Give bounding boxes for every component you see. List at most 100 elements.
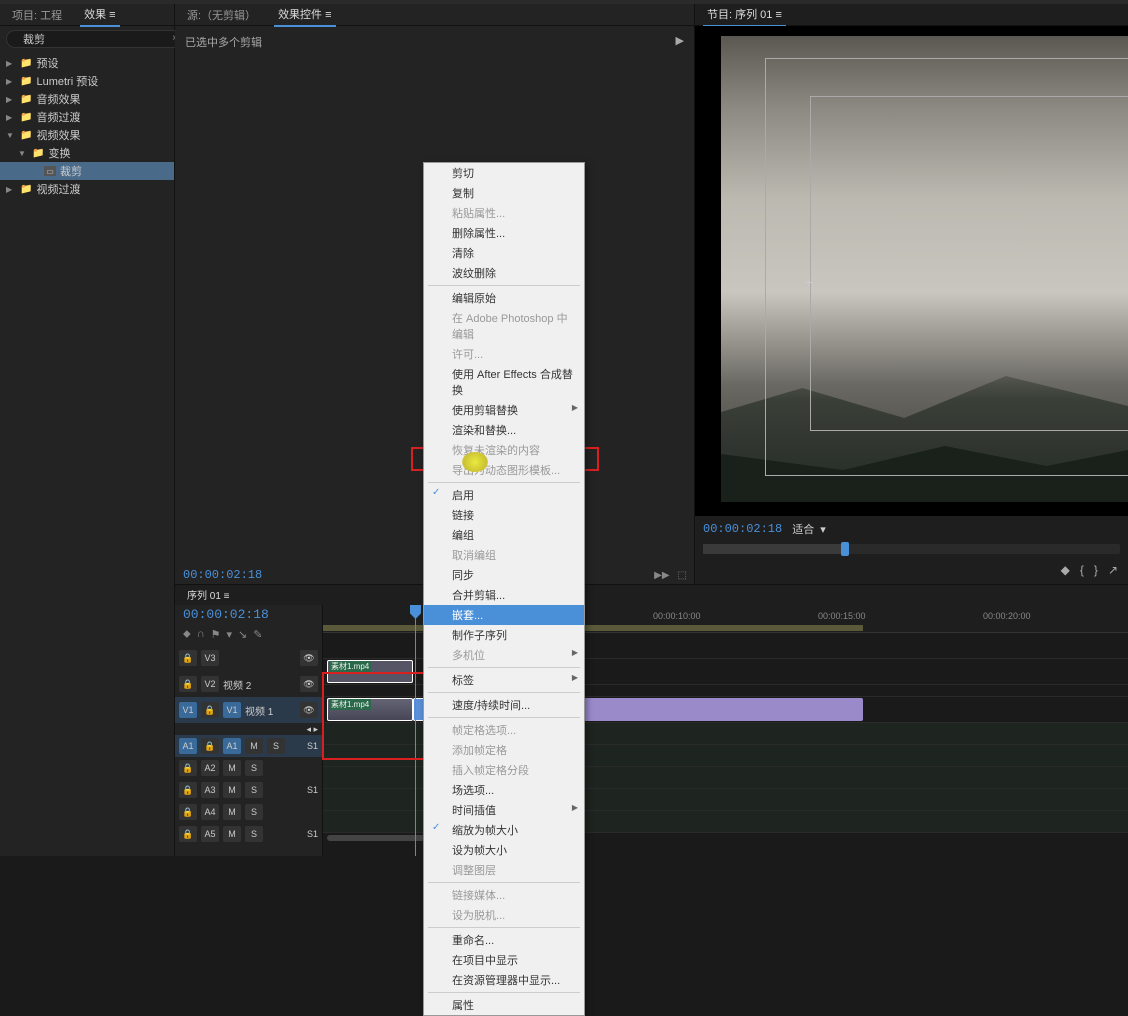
tree-item-预设[interactable]: ▶📁预设 — [0, 54, 174, 72]
menu-item[interactable]: 编辑原始 — [424, 288, 584, 308]
audio-track-header[interactable]: A1🔒A1MSS1 — [175, 735, 322, 757]
tree-item-视频过渡[interactable]: ▶📁视频过渡 — [0, 180, 174, 198]
project-tab[interactable]: 项目: 工程 — [8, 4, 66, 26]
track-name[interactable]: A3 — [201, 782, 219, 798]
timeline-tool[interactable]: ⚑ — [211, 628, 221, 641]
lock-icon[interactable]: 🔒 — [201, 702, 219, 718]
track-name[interactable]: V2 — [201, 676, 219, 692]
eye-icon[interactable]: 👁 — [300, 650, 318, 666]
menu-item[interactable]: 使用 After Effects 合成替换 — [424, 364, 584, 400]
lock-icon[interactable]: 🔒 — [179, 676, 197, 692]
track-name[interactable]: A4 — [201, 804, 219, 820]
menu-item[interactable]: 嵌套... — [424, 605, 584, 625]
solo-button[interactable]: S — [245, 782, 263, 798]
tree-item-音频效果[interactable]: ▶📁音频效果 — [0, 90, 174, 108]
menu-item[interactable]: 属性 — [424, 995, 584, 1015]
program-scrub[interactable] — [703, 544, 1120, 554]
transport-button[interactable]: ◆ — [1061, 563, 1070, 577]
track-name[interactable]: A2 — [201, 760, 219, 776]
track-name[interactable]: V1 — [223, 702, 241, 718]
timeline-tool[interactable]: ✎ — [253, 628, 262, 641]
menu-item[interactable]: 波纹删除 — [424, 263, 584, 283]
timeline-tool[interactable]: ↘ — [238, 628, 247, 641]
video-track-header[interactable]: 🔒V3 👁 — [175, 645, 322, 671]
video-track-header[interactable]: V1🔒V1视频 1👁 — [175, 697, 322, 723]
timeline-tool[interactable]: ∩ — [197, 628, 205, 641]
menu-item[interactable]: 合并剪辑... — [424, 585, 584, 605]
mute-button[interactable]: M — [245, 738, 263, 754]
menu-item[interactable]: 复制 — [424, 183, 584, 203]
menu-item[interactable]: 速度/持续时间... — [424, 695, 584, 715]
track-name[interactable]: A1 — [223, 738, 241, 754]
mute-button[interactable]: M — [223, 760, 241, 776]
transport-button[interactable]: } — [1094, 563, 1098, 577]
menu-item[interactable]: 使用剪辑替换▶ — [424, 400, 584, 420]
video-track-header[interactable]: 🔒V2视频 2👁 — [175, 671, 322, 697]
track-name[interactable]: A5 — [201, 826, 219, 842]
track-name[interactable]: V3 — [201, 650, 219, 666]
tree-item-变换[interactable]: ▼📁变换 — [0, 144, 174, 162]
audio-track-header[interactable]: 🔒A5MSS1 — [175, 823, 322, 845]
menu-item[interactable]: 编组 — [424, 525, 584, 545]
audio-track-header[interactable]: 🔒A3MSS1 — [175, 779, 322, 801]
eye-icon[interactable]: 👁 — [300, 702, 318, 718]
menu-item[interactable]: 设为帧大小 — [424, 840, 584, 860]
clip-v1a[interactable]: 素材1.mp4 — [327, 698, 413, 721]
effect-controls-tab[interactable]: 效果控件 ≡ — [274, 3, 335, 27]
lock-icon[interactable]: 🔒 — [201, 738, 219, 754]
lock-icon[interactable]: 🔒 — [179, 650, 197, 666]
menu-item[interactable]: 制作子序列 — [424, 625, 584, 645]
solo-button[interactable]: S — [245, 760, 263, 776]
clip-v2[interactable]: 素材1.mp4 — [327, 660, 413, 683]
menu-item[interactable]: 清除 — [424, 243, 584, 263]
program-tab[interactable]: 节目: 序列 01 ≡ — [703, 3, 786, 27]
sequence-tab[interactable]: 序列 01 ≡ — [183, 584, 234, 607]
solo-button[interactable]: S — [267, 738, 285, 754]
menu-item[interactable]: 删除属性... — [424, 223, 584, 243]
menu-item[interactable]: 渲染和替换... — [424, 420, 584, 440]
audio-track-header[interactable]: 🔒A2MS — [175, 757, 322, 779]
transport-button[interactable]: ↗ — [1108, 563, 1118, 577]
scrub-handle[interactable] — [841, 542, 849, 556]
menu-item[interactable]: 启用✓ — [424, 485, 584, 505]
effects-tab[interactable]: 效果 ≡ — [80, 3, 119, 27]
tree-item-视频效果[interactable]: ▼📁视频效果 — [0, 126, 174, 144]
solo-button[interactable]: S — [245, 826, 263, 842]
timeline-tool[interactable]: ⬥ — [183, 628, 191, 641]
audio-track-header[interactable]: 🔒A4MS — [175, 801, 322, 823]
zoom-select[interactable]: 适合▾ — [792, 521, 826, 537]
ec-arrow-icon[interactable]: ▶ — [676, 34, 684, 50]
eye-icon[interactable]: 👁 — [300, 676, 318, 692]
menu-item[interactable]: 重命名... — [424, 930, 584, 950]
menu-item[interactable]: 在资源管理器中显示... — [424, 970, 584, 990]
timeline-timecode[interactable]: 00:00:02:18 — [175, 605, 322, 624]
mute-button[interactable]: M — [223, 804, 241, 820]
effects-search-input[interactable] — [6, 30, 182, 48]
mute-button[interactable]: M — [223, 826, 241, 842]
program-video[interactable]: + — [695, 26, 1128, 516]
tree-item-裁剪[interactable]: ▭裁剪 — [0, 162, 174, 180]
tree-item-音频过渡[interactable]: ▶📁音频过渡 — [0, 108, 174, 126]
tree-item-Lumetri 预设[interactable]: ▶📁Lumetri 预设 — [0, 72, 174, 90]
lock-icon[interactable]: 🔒 — [179, 760, 197, 776]
ec-btn-1-icon[interactable]: ▶▶ — [654, 570, 669, 581]
menu-item[interactable]: 缩放为帧大小✓ — [424, 820, 584, 840]
lock-icon[interactable]: 🔒 — [179, 782, 197, 798]
menu-item[interactable]: 同步 — [424, 565, 584, 585]
lock-icon[interactable]: 🔒 — [179, 804, 197, 820]
timeline-tool[interactable]: ▾ — [226, 628, 232, 641]
transport-button[interactable]: { — [1080, 563, 1084, 577]
menu-item[interactable]: 剪切 — [424, 163, 584, 183]
menu-item[interactable]: 场选项... — [424, 780, 584, 800]
ec-btn-2-icon[interactable]: ⬚ — [678, 570, 687, 581]
source-tab[interactable]: 源:（无剪辑） — [183, 4, 260, 26]
menu-item[interactable]: 在项目中显示 — [424, 950, 584, 970]
program-timecode[interactable]: 00:00:02:18 — [703, 522, 782, 536]
menu-item[interactable]: 标签▶ — [424, 670, 584, 690]
menu-item[interactable]: 链接 — [424, 505, 584, 525]
menu-item[interactable]: 时间插值▶ — [424, 800, 584, 820]
track-target[interactable]: V1 — [179, 702, 197, 718]
solo-button[interactable]: S — [245, 804, 263, 820]
lock-icon[interactable]: 🔒 — [179, 826, 197, 842]
mute-button[interactable]: M — [223, 782, 241, 798]
